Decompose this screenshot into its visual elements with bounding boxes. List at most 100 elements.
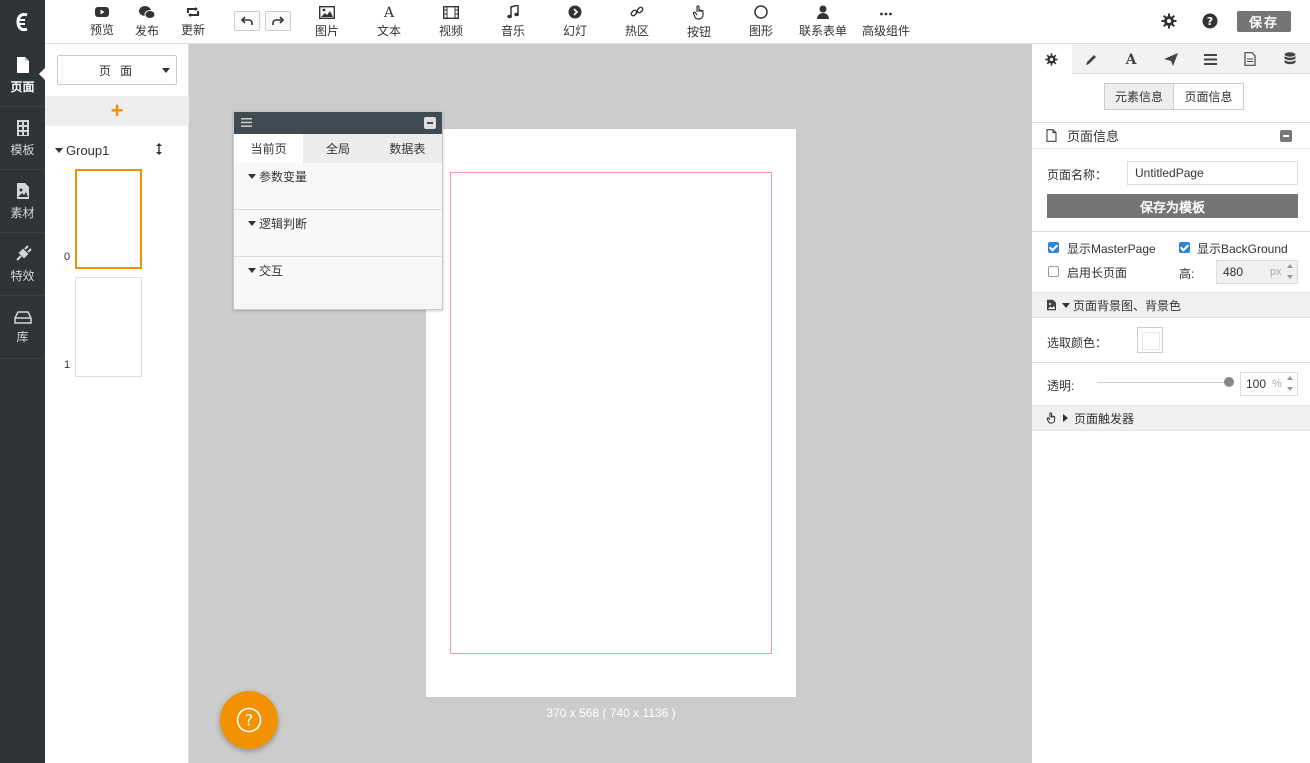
height-input[interactable]: 480: [1216, 260, 1298, 284]
undo-button[interactable]: [234, 11, 260, 31]
tab-font[interactable]: A: [1111, 44, 1151, 74]
caret-down-icon: [248, 221, 256, 226]
database-icon: [1284, 52, 1296, 65]
page-trigger-title: 页面触发器: [1074, 411, 1135, 426]
tab-list[interactable]: [1191, 44, 1231, 74]
app-logo[interactable]: [0, 0, 45, 44]
button-tool-button[interactable]: 按钮: [685, 0, 713, 44]
slideshow-label: 幻灯: [562, 24, 587, 38]
interaction-panel-header[interactable]: [234, 112, 442, 134]
redo-button[interactable]: [265, 11, 291, 31]
add-page-button[interactable]: +: [45, 96, 189, 126]
gear-icon: [1045, 52, 1058, 66]
pencil-icon: [1086, 54, 1097, 65]
next-circle-icon: [568, 5, 582, 19]
section-interaction[interactable]: 交互: [234, 257, 442, 304]
page-thumbnail-1[interactable]: [75, 277, 142, 377]
tab-style[interactable]: [1072, 44, 1112, 74]
music-tool-button[interactable]: 音乐: [499, 0, 527, 44]
shape-tool-button[interactable]: 图形: [747, 0, 775, 44]
sort-handle[interactable]: [156, 143, 162, 158]
tab-data-table[interactable]: 数据表: [373, 134, 442, 163]
opacity-slider-track[interactable]: [1097, 382, 1229, 383]
text-tool-button[interactable]: A 文本: [375, 0, 403, 44]
undo-icon: [241, 16, 253, 25]
caret-down-icon: [248, 174, 256, 179]
update-button[interactable]: 更新: [179, 0, 207, 44]
section-logic[interactable]: 逻辑判断: [234, 210, 442, 257]
spin-up-icon[interactable]: [1287, 264, 1293, 268]
plus-icon: +: [110, 98, 124, 123]
long-page-checkbox[interactable]: [1048, 266, 1059, 277]
nav-item-material[interactable]: 素材: [0, 170, 45, 233]
tab-current-page[interactable]: 当前页: [234, 134, 304, 163]
caret-down-icon: [55, 148, 63, 153]
page-trigger-header[interactable]: 页面触发器: [1032, 405, 1310, 431]
minimize-icon[interactable]: [424, 117, 436, 129]
nav-item-effects[interactable]: 特效: [0, 233, 45, 296]
music-icon: [507, 5, 519, 19]
settings-button[interactable]: [1161, 13, 1177, 32]
preview-button[interactable]: 预览: [89, 0, 115, 44]
vertical-arrows-icon: [156, 143, 162, 155]
tab-settings[interactable]: [1032, 44, 1072, 74]
image-label: 图片: [314, 23, 339, 38]
tab-document[interactable]: [1231, 44, 1271, 74]
background-section-header[interactable]: 页面背景图、背景色: [1032, 292, 1310, 318]
publish-button[interactable]: 发布: [133, 0, 161, 44]
publish-label: 发布: [134, 23, 159, 38]
page-thumbnail-0[interactable]: [75, 169, 142, 269]
hotspot-tool-button[interactable]: 热区: [623, 0, 651, 44]
nav-label-page: 页面: [10, 79, 35, 94]
svg-text:?: ?: [1207, 15, 1213, 28]
save-as-template-button[interactable]: 保存为模板: [1047, 194, 1298, 218]
link-icon: [630, 6, 644, 17]
pick-color-label: 选取颜色：: [1047, 336, 1108, 350]
preview-label: 预览: [89, 23, 114, 37]
nav-item-template[interactable]: 模板: [0, 107, 45, 170]
nav-item-library[interactable]: 库: [0, 296, 45, 359]
canvas-safe-area: [450, 172, 772, 654]
caret-down-icon: [1062, 302, 1070, 308]
spin-down-icon[interactable]: [1287, 387, 1293, 391]
spin-down-icon[interactable]: [1287, 275, 1293, 279]
group-header[interactable]: Group1: [55, 143, 109, 158]
video-label: 视频: [438, 23, 463, 38]
update-label: 更新: [180, 23, 205, 37]
long-page-label: 启用长页面: [1067, 266, 1128, 280]
play-icon: [95, 7, 109, 17]
svg-text:A: A: [1125, 52, 1138, 66]
form-tool-button[interactable]: 联系表单: [797, 0, 849, 44]
nav-item-page[interactable]: 页面: [0, 44, 45, 107]
tab-element-info[interactable]: 元素信息: [1105, 84, 1174, 109]
help-top-button[interactable]: ?: [1202, 13, 1218, 32]
document-icon: [1046, 129, 1057, 142]
advanced-tool-button[interactable]: 高级组件: [860, 0, 912, 44]
show-background-checkbox[interactable]: [1179, 242, 1190, 253]
property-icon-tabs: A: [1032, 44, 1310, 74]
spin-up-icon[interactable]: [1287, 376, 1293, 380]
tab-database[interactable]: [1270, 44, 1310, 74]
help-fab[interactable]: ?: [220, 691, 278, 749]
tab-animation[interactable]: [1151, 44, 1191, 74]
show-master-checkbox[interactable]: [1048, 242, 1059, 253]
page-type-select[interactable]: 页 面: [57, 55, 177, 85]
tab-global[interactable]: 全局: [303, 134, 372, 163]
video-tool-button[interactable]: 视频: [437, 0, 465, 44]
left-nav: 页面 模板 素材 特效 库: [0, 0, 45, 763]
save-button[interactable]: 保存: [1237, 11, 1291, 32]
slideshow-tool-button[interactable]: 幻灯: [561, 0, 589, 44]
nav-label-effects: 特效: [10, 268, 35, 283]
collapse-icon[interactable]: [1280, 130, 1292, 142]
property-panel: A 元素信息 页面信息 页面信息 页面名称： UntitledPage 保存为模…: [1031, 44, 1310, 763]
page-info-title: 页面信息: [1067, 129, 1120, 144]
image-tool-button[interactable]: 图片: [313, 0, 341, 44]
page-info-header[interactable]: 页面信息: [1032, 122, 1310, 149]
tab-page-info[interactable]: 页面信息: [1174, 84, 1243, 109]
opacity-slider-handle[interactable]: [1224, 377, 1234, 387]
section-parameters[interactable]: 参数变量: [234, 163, 442, 210]
page-name-input[interactable]: UntitledPage: [1127, 161, 1298, 185]
plugin-icon: [15, 244, 32, 261]
color-picker-swatch[interactable]: [1137, 327, 1163, 353]
page-index-0: 0: [64, 251, 71, 263]
